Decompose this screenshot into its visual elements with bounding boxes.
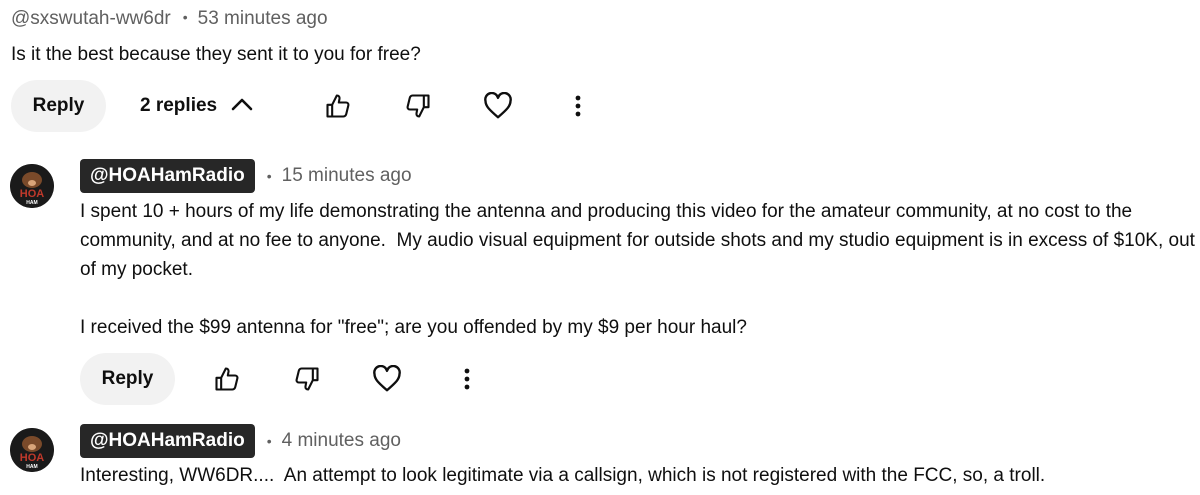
comment-author-handle[interactable]: @sxswutah-ww6dr [11, 8, 171, 29]
thumbs-up-icon[interactable] [209, 361, 245, 397]
reply-text-line: I received the $99 antenna for "free"; a… [80, 317, 747, 338]
avatar[interactable]: HOA HAM [10, 428, 54, 472]
reply-text: I spent 10 + hours of my life demonstrat… [80, 197, 1195, 342]
reply-text: Interesting, WW6DR.... An attempt to loo… [80, 465, 1046, 486]
reply-button[interactable]: Reply [80, 353, 175, 405]
reply-button[interactable]: Reply [11, 80, 106, 132]
thumbs-down-icon[interactable] [400, 88, 436, 124]
thumbs-up-icon[interactable] [320, 88, 356, 124]
creator-handle-chip[interactable]: @HOAHamRadio [80, 159, 255, 193]
more-vert-icon[interactable] [449, 361, 485, 397]
avatar-logo-text: HOA [20, 452, 45, 464]
separator-dot: • [266, 433, 272, 449]
replies-count-label: 2 replies [140, 95, 218, 116]
more-vert-icon[interactable] [560, 88, 596, 124]
reply-header: @HOAHamRadio • 15 minutes ago [80, 159, 412, 193]
avatar[interactable]: HOA HAM [10, 164, 54, 208]
reply-text-line: of my pocket. [80, 259, 193, 280]
reply-text-line: I spent 10 + hours of my life demonstrat… [80, 201, 1133, 222]
avatar-logo-subtext: HAM [26, 464, 37, 470]
comment-text: Is it the best because they sent it to y… [11, 44, 421, 65]
separator-dot: • [266, 168, 272, 184]
creator-handle-chip[interactable]: @HOAHamRadio [80, 424, 255, 458]
reply-text-line: community, and at no fee to anyone. My a… [80, 230, 1195, 251]
comment-timestamp[interactable]: 53 minutes ago [198, 8, 328, 29]
thumbs-down-icon[interactable] [289, 361, 325, 397]
reply-header: @HOAHamRadio • 4 minutes ago [80, 424, 401, 458]
heart-icon[interactable] [369, 361, 405, 397]
avatar-logo-subtext: HAM [26, 200, 37, 206]
chevron-up-icon [231, 95, 253, 117]
reply-timestamp[interactable]: 4 minutes ago [282, 430, 401, 452]
reply-timestamp[interactable]: 15 minutes ago [282, 165, 412, 187]
replies-toggle[interactable]: 2 replies [140, 92, 253, 120]
separator-dot: • [182, 9, 188, 25]
comment-header: @sxswutah-ww6dr • 53 minutes ago [11, 8, 328, 30]
avatar-logo-text: HOA [20, 188, 45, 200]
heart-icon[interactable] [480, 88, 516, 124]
